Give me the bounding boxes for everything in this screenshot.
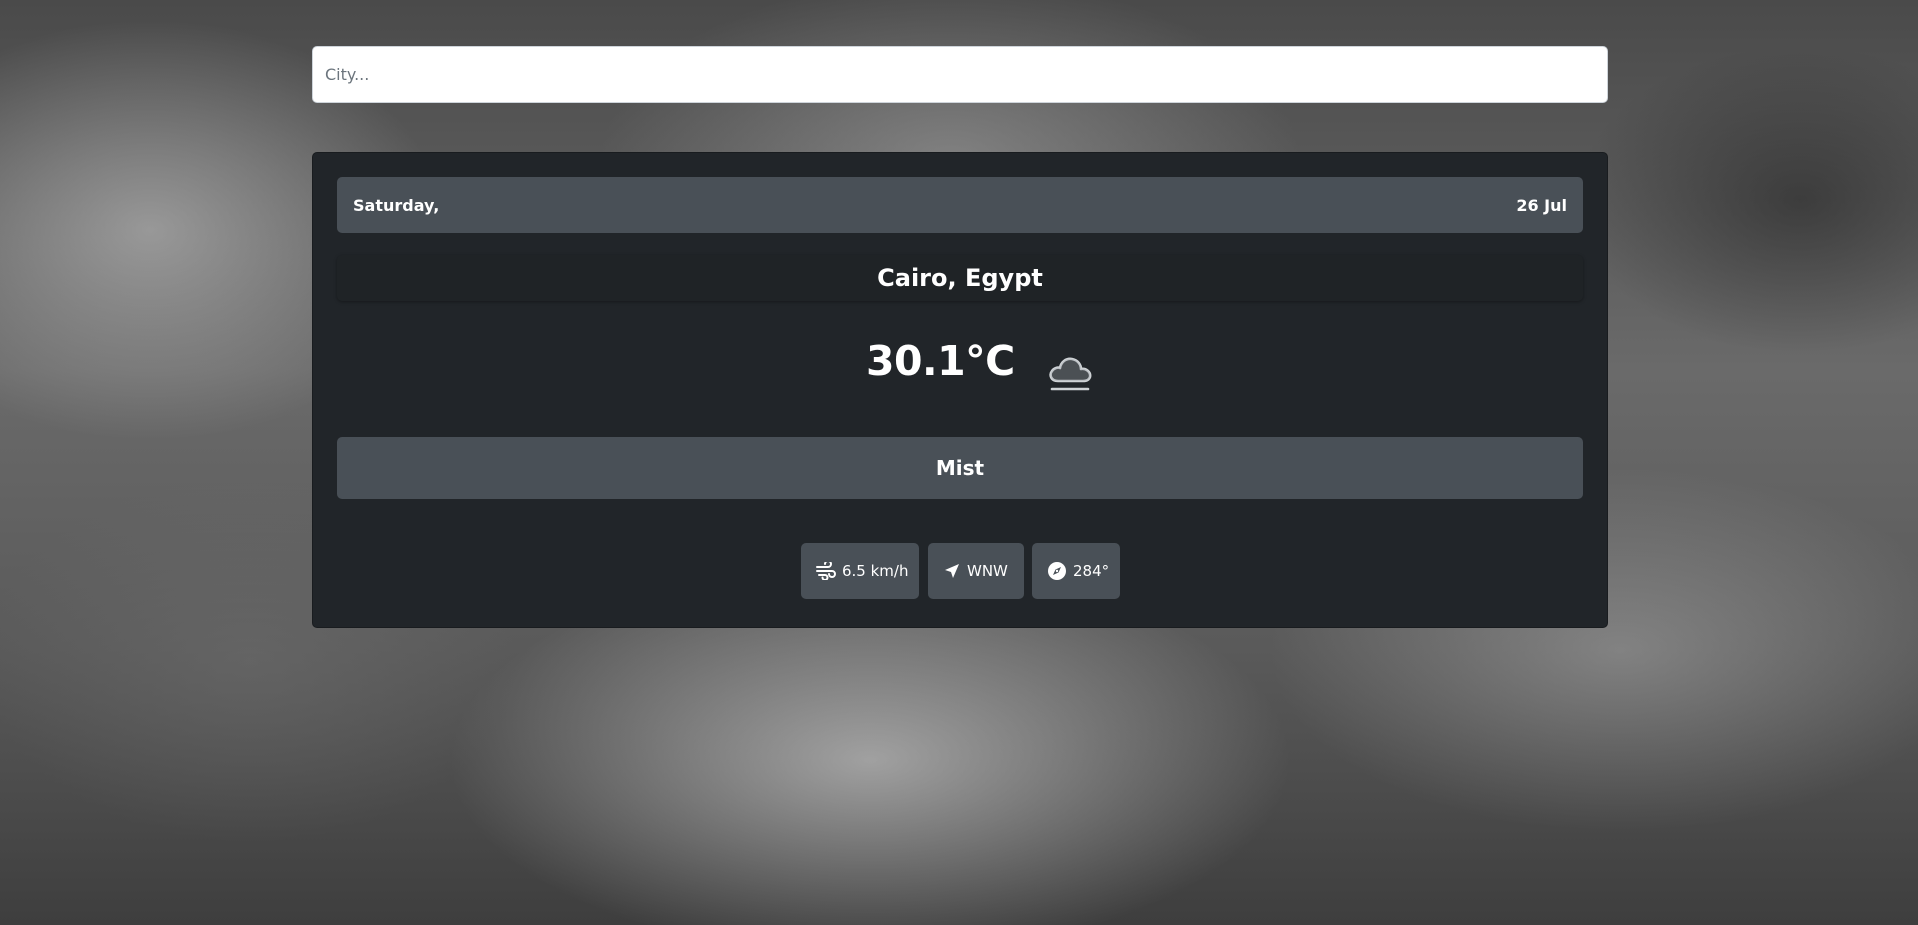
wind-speed-value: 6.5 km/h	[842, 562, 909, 580]
navigation-arrow-icon	[945, 564, 959, 578]
weekday-label: Saturday,	[353, 195, 440, 215]
temperature-value: 30.1°C	[866, 337, 1015, 385]
wind-speed-badge: 6.5 km/h	[801, 543, 919, 599]
wind-info-row: 6.5 km/h WNW 284°	[313, 543, 1609, 599]
city-search-input[interactable]	[312, 46, 1608, 103]
date-bar: Saturday, 26 Jul	[337, 177, 1583, 233]
temperature-row: 30.1°C	[313, 331, 1609, 411]
wind-degree-badge: 284°	[1032, 543, 1120, 599]
condition-bar: Mist	[337, 437, 1583, 499]
wind-direction-badge: WNW	[928, 543, 1024, 599]
condition-label: Mist	[935, 456, 985, 480]
wind-direction-value: WNW	[967, 562, 1008, 580]
location-label: Cairo, Egypt	[877, 264, 1043, 292]
mist-cloud-icon	[1049, 357, 1092, 391]
weather-card: Saturday, 26 Jul Cairo, Egypt 30.1°C Mis…	[312, 152, 1608, 628]
compass-icon	[1048, 562, 1066, 580]
wind-degree-value: 284°	[1073, 562, 1110, 580]
date-label: 26 Jul	[1516, 195, 1567, 215]
wind-icon	[816, 562, 836, 580]
location-bar: Cairo, Egypt	[337, 255, 1583, 301]
